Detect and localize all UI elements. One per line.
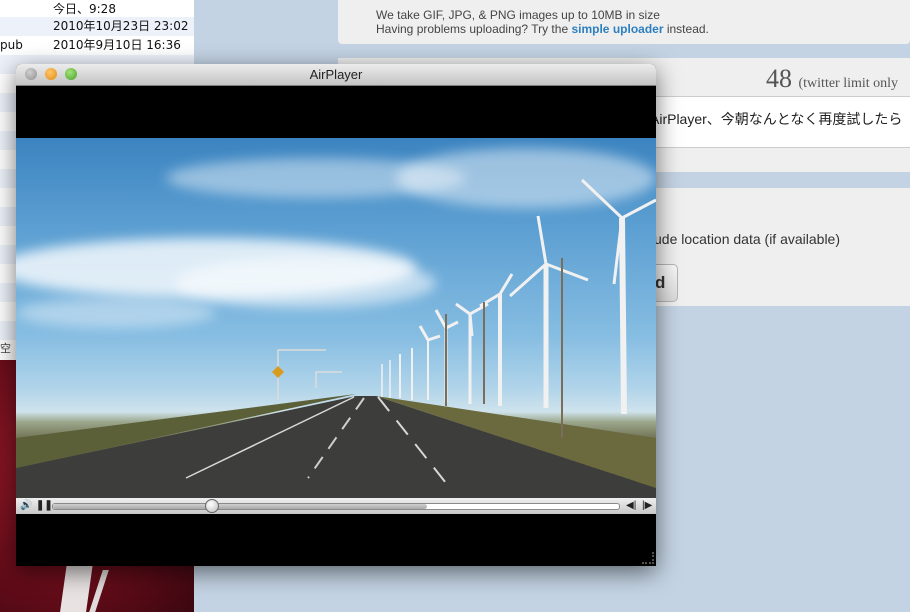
street-signs: [277, 349, 342, 400]
resize-grip-icon[interactable]: [642, 552, 654, 564]
char-counter: 48 (twitter limit only: [766, 64, 898, 94]
file-name: pub: [0, 38, 23, 52]
tweet-text: AirPlayer、今朝なんとなく再度試したら: [650, 111, 903, 127]
seek-bar[interactable]: [52, 499, 620, 513]
char-counter-value: 48: [766, 64, 792, 93]
step-forward-icon[interactable]: |▶: [642, 499, 652, 513]
pause-icon[interactable]: ❚❚: [36, 499, 53, 513]
file-row[interactable]: pub 2010年9月10日 16:36: [0, 36, 194, 55]
photo-print-mark: [89, 570, 149, 612]
upload-help: Having problems uploading? Try the simpl…: [376, 22, 709, 36]
submit-button-label: d: [655, 273, 666, 292]
window-title: AirPlayer: [309, 67, 363, 82]
step-back-icon[interactable]: ◀|: [626, 499, 636, 513]
road-scene: [16, 178, 656, 498]
playback-controls: 🔊 ❚❚ ◀| |▶: [16, 498, 656, 514]
char-counter-note: (twitter limit only: [798, 76, 899, 91]
seek-knob[interactable]: [205, 499, 220, 513]
video-frame[interactable]: [16, 138, 656, 498]
file-date: 2010年9月10日 16:36: [53, 38, 181, 52]
upload-help-suffix: instead.: [666, 22, 709, 36]
file-date: 2010年10月23日 23:02: [53, 19, 189, 33]
airplayer-window: AirPlayer 🔊 ❚❚ ◀| |▶: [16, 64, 656, 566]
tweet-input[interactable]: AirPlayer、今朝なんとなく再度試したら: [620, 96, 910, 148]
location-checkbox-label[interactable]: ude location data (if available): [654, 231, 840, 247]
wind-turbines: [381, 178, 656, 415]
finder-search-fragment: 空: [0, 342, 11, 355]
window-titlebar[interactable]: AirPlayer: [16, 64, 656, 86]
simple-uploader-link[interactable]: simple uploader: [571, 22, 663, 36]
upload-info: We take GIF, JPG, & PNG images up to 10M…: [376, 8, 660, 22]
upload-help-text: Having problems uploading? Try the: [376, 22, 569, 36]
volume-icon[interactable]: 🔊: [20, 499, 32, 513]
file-row[interactable]: 2010年10月23日 23:02: [0, 17, 194, 36]
warning-sign: [272, 366, 284, 378]
buffered-range: [53, 504, 427, 509]
